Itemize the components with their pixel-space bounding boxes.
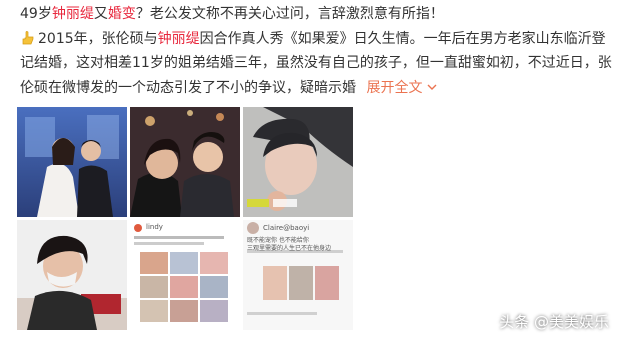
mention-name[interactable]: 钟丽缇 xyxy=(158,31,200,47)
image-claire-post[interactable]: Claire@baoyi 既不能宠你 也不能给你 三观里需要的人生已不在他身边 xyxy=(243,220,353,330)
image-couple-selfie[interactable] xyxy=(130,107,240,217)
image-wedding-kiss[interactable] xyxy=(17,107,127,217)
hand-point-icon xyxy=(20,30,36,46)
image-weibo-screenshot[interactable]: lindy xyxy=(130,220,240,330)
screenshot-text: 三观里需要的人生已不在他身边 xyxy=(247,245,332,252)
body-text: 因合作真人秀《如果爱》日久生情。一年后在男方老家山东临沂登 xyxy=(199,31,606,47)
image-woman-crying[interactable] xyxy=(17,220,127,330)
expand-button[interactable]: 展开全文 xyxy=(366,80,437,96)
headline-text: 49岁 xyxy=(20,6,52,22)
body-text: 2015年，张伦硕与 xyxy=(38,31,158,47)
headline-text: 又 xyxy=(93,6,108,22)
headline-text: ？老公发文称不再关心过问，言辞激烈意有所指！ xyxy=(135,6,444,22)
expand-label: 展开全文 xyxy=(366,80,423,96)
post-body-line: 记结婚，这对相差11岁的姐弟结婚三年，虽然没有自己的孩子，但一直甜蜜如初，不过近… xyxy=(20,55,612,71)
post-headline: 49岁钟丽缇又婚变？老公发文称不再关心过问，言辞激烈意有所指！ xyxy=(20,3,444,25)
body-text: 伦硕在微博发的一个动态引发了不小的争议，疑暗示婚 xyxy=(20,80,356,96)
image-woman-screen[interactable] xyxy=(243,107,353,217)
hashtag-divorce[interactable]: 婚变 xyxy=(108,6,136,22)
post-body-line: 2015年，张伦硕与钟丽缇因合作真人秀《如果爱》日久生情。一年后在男方老家山东临… xyxy=(20,28,606,50)
screenshot-username: lindy xyxy=(146,223,163,231)
post-body-line: 伦硕在微博发的一个动态引发了不小的争议，疑暗示婚 展开全文 xyxy=(20,76,437,99)
source-watermark: 头条 @美美娱乐 xyxy=(499,313,609,331)
screenshot-username: Claire@baoyi xyxy=(263,224,310,232)
chevron-down-icon xyxy=(427,76,437,98)
hashtag-name[interactable]: 钟丽缇 xyxy=(52,6,94,22)
